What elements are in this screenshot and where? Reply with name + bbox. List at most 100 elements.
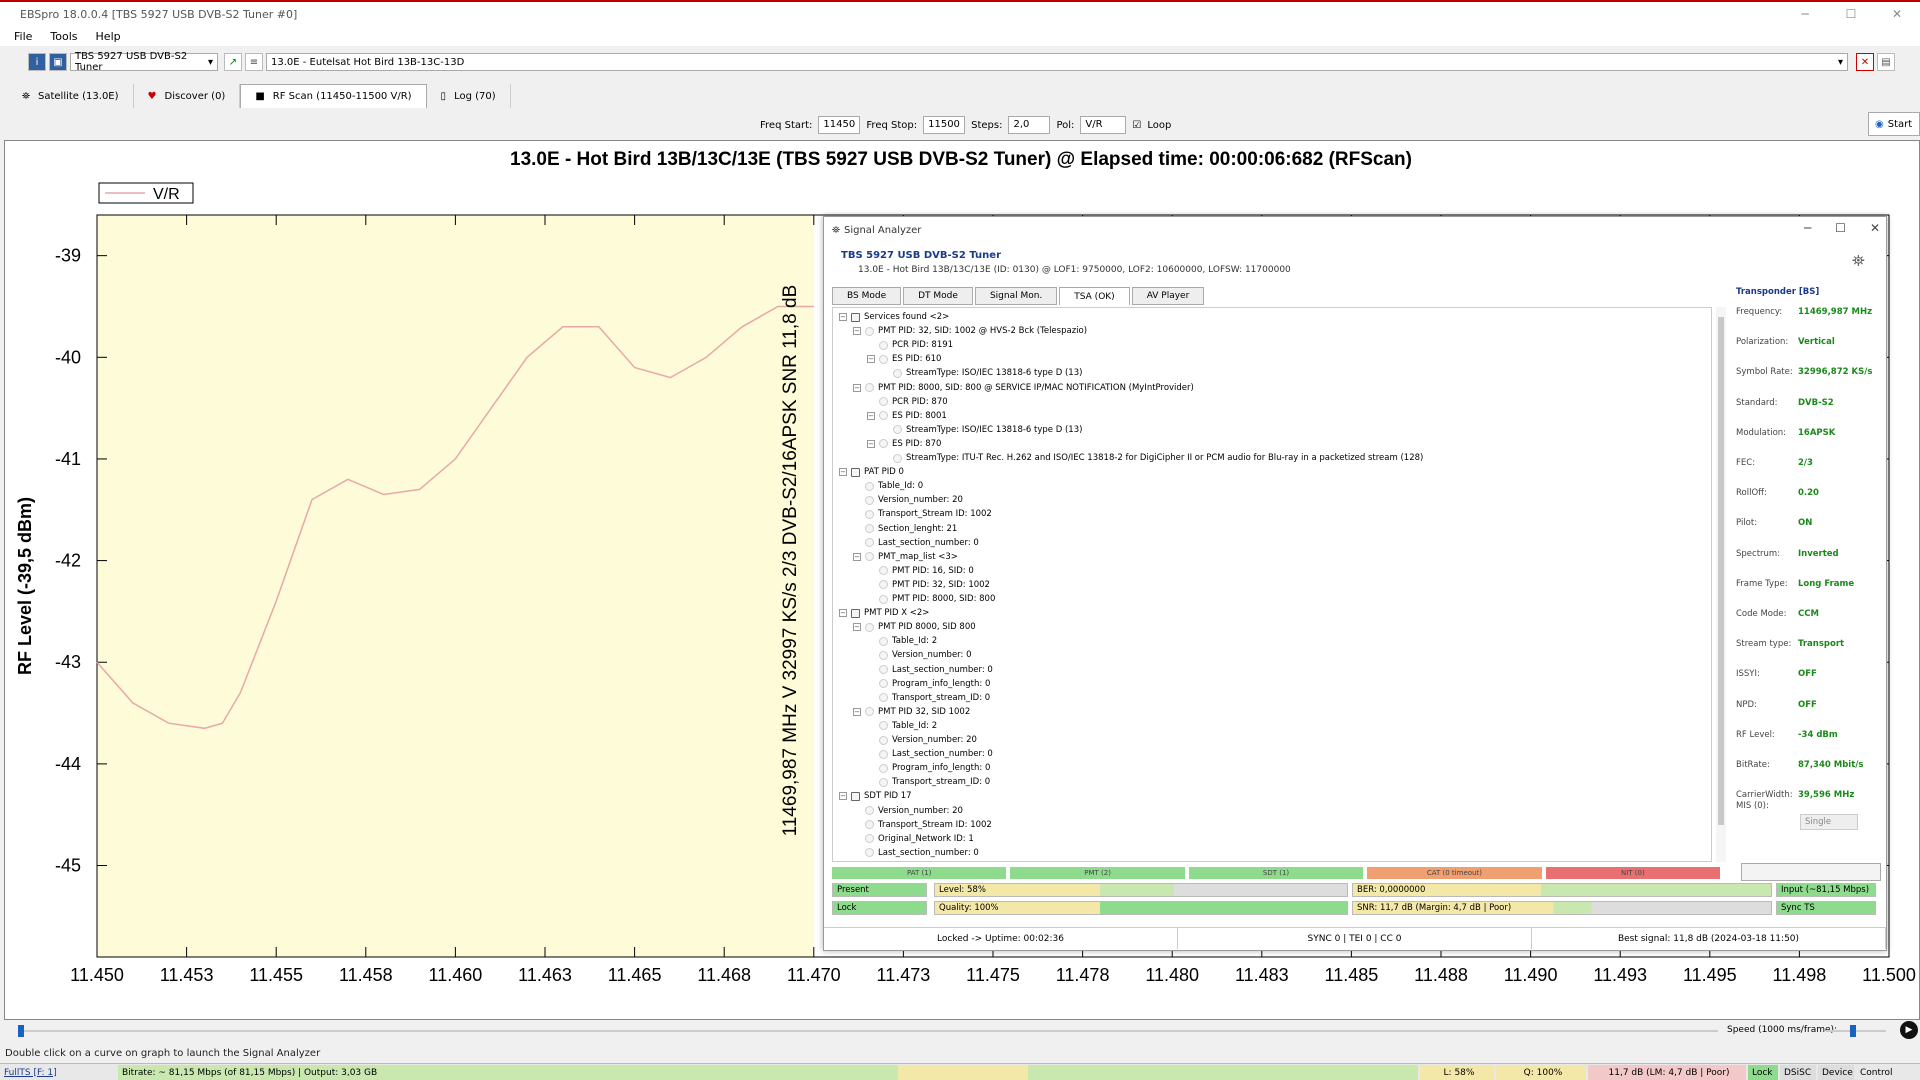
tree-node[interactable]: −Program_info_length: 0 bbox=[867, 761, 990, 775]
tree-node[interactable]: −PCR PID: 8191 bbox=[867, 338, 953, 352]
tree-node[interactable]: −StreamType: ISO/IEC 13818-6 type D (13) bbox=[881, 366, 1082, 380]
menu-tools[interactable]: Tools bbox=[50, 30, 77, 43]
tree-node[interactable]: −Last_section_number: 0 bbox=[867, 663, 993, 677]
tree-node[interactable]: − PMT PID: 8000, SID: 800 @ SERVICE IP/MA… bbox=[853, 381, 1194, 395]
maximize-icon[interactable]: ☐ bbox=[1835, 221, 1846, 235]
expand-icon[interactable]: − bbox=[839, 313, 847, 321]
expand-icon[interactable]: − bbox=[839, 468, 847, 477]
tab-satellite[interactable]: ⛯ Satellite (13.0E) bbox=[8, 84, 134, 108]
tree-node[interactable]: −Last_section_number: 0 bbox=[853, 536, 979, 550]
tree-node[interactable]: −PMT PID: 8000, SID: 800 bbox=[867, 592, 995, 606]
menu-file[interactable]: File bbox=[14, 30, 32, 43]
expand-icon[interactable]: − bbox=[867, 439, 875, 448]
tree-node[interactable]: −Version_number: 0 bbox=[867, 648, 972, 662]
tree-node[interactable]: −StreamType: ISO/IEC 13818-6 type D (13) bbox=[881, 423, 1082, 437]
expand-icon[interactable]: − bbox=[867, 355, 875, 364]
tree-node[interactable]: − PMT_map_list <3> bbox=[853, 550, 958, 564]
tree-node[interactable]: −Version_number: 20 bbox=[867, 733, 977, 747]
timeline-handle[interactable] bbox=[18, 1025, 24, 1037]
tree-node[interactable]: −PMT PID: 32, SID: 1002 bbox=[867, 578, 990, 592]
speed-handle[interactable] bbox=[1850, 1025, 1856, 1037]
tab-tsa[interactable]: TSA (OK) bbox=[1059, 287, 1130, 305]
mode-indicator[interactable]: FullTS [F: 1] bbox=[0, 1065, 118, 1080]
satellite-select[interactable]: 13.0E - Eutelsat Hot Bird 13B-13C-13D ▾ bbox=[266, 53, 1848, 71]
prop-key: RF Level: bbox=[1736, 729, 1775, 740]
control-status[interactable]: Control bbox=[1856, 1065, 1916, 1080]
tree-node[interactable]: −Last_section_number: 0 bbox=[853, 846, 979, 860]
mis-select[interactable]: Single bbox=[1800, 814, 1858, 830]
start-button[interactable]: ◉ Start bbox=[1868, 112, 1920, 136]
tab-rf-scan[interactable]: ■ RF Scan (11450-11500 V/R) bbox=[240, 84, 427, 108]
maximize-icon[interactable]: ☐ bbox=[1828, 2, 1874, 26]
list-icon[interactable]: ≡ bbox=[245, 53, 263, 71]
tree-node[interactable]: − PMT PID: 32, SID: 1002 @ HVS-2 Bck (Tel… bbox=[853, 324, 1087, 338]
save-icon[interactable]: ▤ bbox=[1877, 53, 1895, 71]
loop-checkbox[interactable]: ☑ bbox=[1132, 120, 1141, 131]
expand-icon[interactable]: − bbox=[867, 411, 875, 420]
tree-node[interactable]: −Version_number: 20 bbox=[853, 493, 963, 507]
freq-stop-input[interactable]: 11500 bbox=[923, 116, 966, 134]
expand-icon[interactable]: − bbox=[853, 707, 861, 716]
tab-signal-mon[interactable]: Signal Mon. bbox=[974, 287, 1058, 305]
scrollbar-thumb[interactable] bbox=[1718, 317, 1724, 825]
minimize-icon[interactable]: ─ bbox=[1782, 2, 1828, 26]
tree-node[interactable]: −Original_Network ID: 1 bbox=[853, 832, 974, 846]
tab-discover[interactable]: ♥ Discover (0) bbox=[134, 84, 241, 108]
expand-icon[interactable]: − bbox=[853, 623, 861, 632]
tree-node[interactable]: −Program_info_length: 0 bbox=[867, 677, 990, 691]
expand-icon[interactable]: − bbox=[853, 327, 861, 336]
close-icon[interactable]: ✕ bbox=[1856, 53, 1874, 71]
info-icon[interactable]: i bbox=[28, 53, 46, 71]
tree-node[interactable]: − ES PID: 870 bbox=[867, 437, 941, 451]
tree-node[interactable]: −Version_number: 20 bbox=[853, 804, 963, 818]
tree-node[interactable]: −Service_descriptor <2> bbox=[853, 860, 979, 861]
tree-node[interactable]: −Transport_Stream ID: 1002 bbox=[853, 818, 992, 832]
minimize-icon[interactable]: ─ bbox=[1804, 221, 1811, 235]
tab-av-player[interactable]: AV Player bbox=[1131, 287, 1205, 305]
expand-icon[interactable]: − bbox=[839, 792, 847, 801]
tuner-select[interactable]: TBS 5927 USB DVB-S2 Tuner ▾ bbox=[70, 51, 218, 73]
scan-icon[interactable]: ↗ bbox=[224, 53, 242, 71]
expand-icon[interactable]: − bbox=[853, 383, 861, 392]
tree-node[interactable]: − PMT PID 8000, SID 800 bbox=[853, 620, 976, 634]
expand-icon[interactable]: − bbox=[839, 609, 847, 618]
tree-node[interactable]: − SDT PID 17 bbox=[839, 789, 912, 803]
tree-node[interactable]: −Transport_Stream ID: 1002 bbox=[853, 507, 992, 521]
tree-node[interactable]: − PMT PID X <2> bbox=[839, 606, 929, 620]
tree-node[interactable]: −Table_Id: 2 bbox=[867, 719, 937, 733]
freq-start-input[interactable]: 11450 bbox=[818, 116, 861, 134]
close-icon[interactable]: ✕ bbox=[1870, 221, 1880, 235]
tree-node[interactable]: − ES PID: 610 bbox=[867, 352, 941, 366]
tree-node[interactable]: −Last_section_number: 0 bbox=[867, 747, 993, 761]
tree-node[interactable]: −PMT PID: 16, SID: 0 bbox=[867, 564, 974, 578]
steps-input[interactable]: 2,0 bbox=[1008, 116, 1051, 134]
tree-node[interactable]: − Services found <2> bbox=[839, 310, 949, 324]
pol-select[interactable]: V/R bbox=[1080, 116, 1127, 134]
tab-bs-mode[interactable]: BS Mode bbox=[832, 287, 902, 305]
tree-node[interactable]: −StreamType: ITU-T Rec. H.262 and ISO/IE… bbox=[881, 451, 1423, 465]
tree-node-label: Transport_stream_ID: 0 bbox=[892, 692, 991, 703]
tree-node[interactable]: − PMT PID 32, SID 1002 bbox=[853, 705, 970, 719]
tree-node[interactable]: − PAT PID 0 bbox=[839, 465, 904, 479]
timeline-track[interactable] bbox=[18, 1030, 1718, 1032]
play-icon[interactable]: ▶ bbox=[1900, 1021, 1918, 1039]
expand-icon[interactable]: − bbox=[853, 552, 861, 561]
tree-node[interactable]: −Section_lenght: 21 bbox=[853, 522, 957, 536]
analyzer-action-button[interactable] bbox=[1741, 863, 1881, 881]
tree-node[interactable]: −PCR PID: 870 bbox=[867, 395, 948, 409]
tab-dt-mode[interactable]: DT Mode bbox=[903, 287, 973, 305]
tree-node[interactable]: −Table_Id: 0 bbox=[853, 479, 923, 493]
tab-log[interactable]: ▯ Log (70) bbox=[427, 84, 511, 108]
speed-track[interactable] bbox=[1826, 1030, 1886, 1032]
ts-tree-view[interactable]: − Services found <2> − PMT PID: 32, SID: 10… bbox=[832, 307, 1712, 862]
tree-node[interactable]: −Transport_stream_ID: 0 bbox=[867, 691, 990, 705]
menu-help[interactable]: Help bbox=[96, 30, 121, 43]
lock-icon[interactable]: ▣ bbox=[49, 53, 67, 71]
tree-scrollbar[interactable] bbox=[1716, 307, 1726, 862]
signal-analyzer-window: ⛯ Signal Analyzer ─ ☐ ✕ TBS 5927 USB DVB… bbox=[823, 216, 1887, 951]
tree-node[interactable]: −Transport_stream_ID: 0 bbox=[867, 775, 990, 789]
tree-node-label: Services found <2> bbox=[864, 312, 950, 322]
tree-node[interactable]: −Table_Id: 2 bbox=[867, 634, 937, 648]
close-icon[interactable]: ✕ bbox=[1874, 2, 1920, 26]
tree-node[interactable]: − ES PID: 8001 bbox=[867, 409, 947, 423]
